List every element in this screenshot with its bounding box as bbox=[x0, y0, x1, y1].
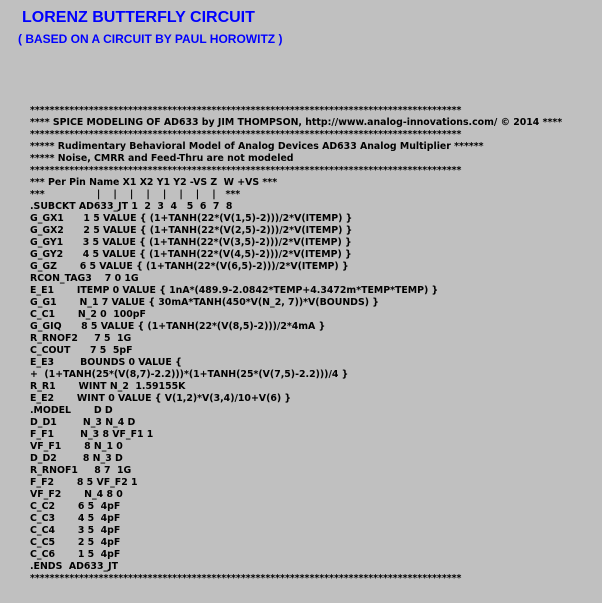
netlist-line: C_C6 1 5 4pF bbox=[30, 549, 121, 560]
netlist-line: RCON_TAG3 7 0 1G bbox=[30, 273, 139, 284]
netlist-line: G_GY1 3 5 VALUE { (1+TANH(22*(V(3,5)-2))… bbox=[30, 237, 352, 248]
netlist-line: C_C4 3 5 4pF bbox=[30, 525, 121, 536]
netlist-line: C_C3 4 5 4pF bbox=[30, 513, 121, 524]
page-subtitle: ( BASED ON A CIRCUIT BY PAUL HOROWITZ ) bbox=[18, 32, 283, 46]
netlist-line: + (1+TANH(25*(V(8,7)-2.2)))*(1+TANH(25*(… bbox=[30, 369, 349, 380]
netlist-line: R_R1 WINT N_2 1.59155K bbox=[30, 381, 186, 392]
netlist-line: ****************************************… bbox=[30, 165, 462, 176]
netlist-line: .ENDS AD633_JT bbox=[30, 561, 119, 572]
netlist-line: G_GX2 2 5 VALUE { (1+TANH(22*(V(2,5)-2))… bbox=[30, 225, 353, 236]
netlist-line: **** SPICE MODELING OF AD633 by JIM THOM… bbox=[30, 117, 563, 128]
netlist-line: .SUBCKT AD633_JT 1 2 3 4 5 6 7 8 bbox=[30, 201, 233, 212]
netlist-line: C_C5 2 5 4pF bbox=[30, 537, 121, 548]
netlist-line: C_COUT 7 5 5pF bbox=[30, 345, 133, 356]
netlist-line: .MODEL D D bbox=[30, 405, 113, 416]
netlist-line: F_F2 8 5 VF_F2 1 bbox=[30, 477, 138, 488]
netlist-line: VF_F2 N_4 8 0 bbox=[30, 489, 123, 500]
netlist-line: VF_F1 8 N_1 0 bbox=[30, 441, 123, 452]
netlist-line: R_RNOF2 7 5 1G bbox=[30, 333, 132, 344]
netlist-line: F_F1 N_3 8 VF_F1 1 bbox=[30, 429, 154, 440]
netlist-line: G_GX1 1 5 VALUE { (1+TANH(22*(V(1,5)-2))… bbox=[30, 213, 353, 224]
netlist-line: E_E2 WINT 0 VALUE { V(1,2)*V(3,4)/10+V(6… bbox=[30, 393, 292, 404]
netlist-line: C_C1 N_2 0 100pF bbox=[30, 309, 146, 320]
netlist-line: E_E3 BOUNDS 0 VALUE { bbox=[30, 357, 182, 368]
spice-netlist-listing: ****************************************… bbox=[30, 105, 590, 585]
netlist-line: C_C2 6 5 4pF bbox=[30, 501, 121, 512]
netlist-line: G_G1 N_1 7 VALUE { 30mA*TANH(450*V(N_2, … bbox=[30, 297, 379, 308]
netlist-line: G_GZ 6 5 VALUE { (1+TANH(22*(V(6,5)-2)))… bbox=[30, 261, 349, 272]
netlist-line: D_D1 N_3 N_4 D bbox=[30, 417, 136, 428]
netlist-line: ****************************************… bbox=[30, 129, 462, 140]
netlist-line: ***** Noise, CMRR and Feed-Thru are not … bbox=[30, 153, 294, 164]
netlist-line: ****************************************… bbox=[30, 573, 462, 584]
netlist-line: G_GY2 4 5 VALUE { (1+TANH(22*(V(4,5)-2))… bbox=[30, 249, 352, 260]
page-title: LORENZ BUTTERFLY CIRCUIT bbox=[22, 9, 255, 26]
netlist-line: *** | | | | | | | | *** bbox=[30, 189, 241, 200]
netlist-line: D_D2 8 N_3 D bbox=[30, 453, 123, 464]
netlist-line: ****************************************… bbox=[30, 105, 462, 116]
netlist-line: E_E1 ITEMP 0 VALUE { 1nA*(489.9-2.0842*T… bbox=[30, 285, 439, 296]
netlist-line: ***** Rudimentary Behavioral Model of An… bbox=[30, 141, 484, 152]
netlist-line: *** Per Pin Name X1 X2 Y1 Y2 -VS Z W +VS… bbox=[30, 177, 278, 188]
netlist-line: R_RNOF1 8 7 1G bbox=[30, 465, 132, 476]
netlist-line: G_GIQ 8 5 VALUE { (1+TANH(22*(V(8,5)-2))… bbox=[30, 321, 326, 332]
document-window: LORENZ BUTTERFLY CIRCUIT ( BASED ON A CI… bbox=[0, 0, 604, 605]
